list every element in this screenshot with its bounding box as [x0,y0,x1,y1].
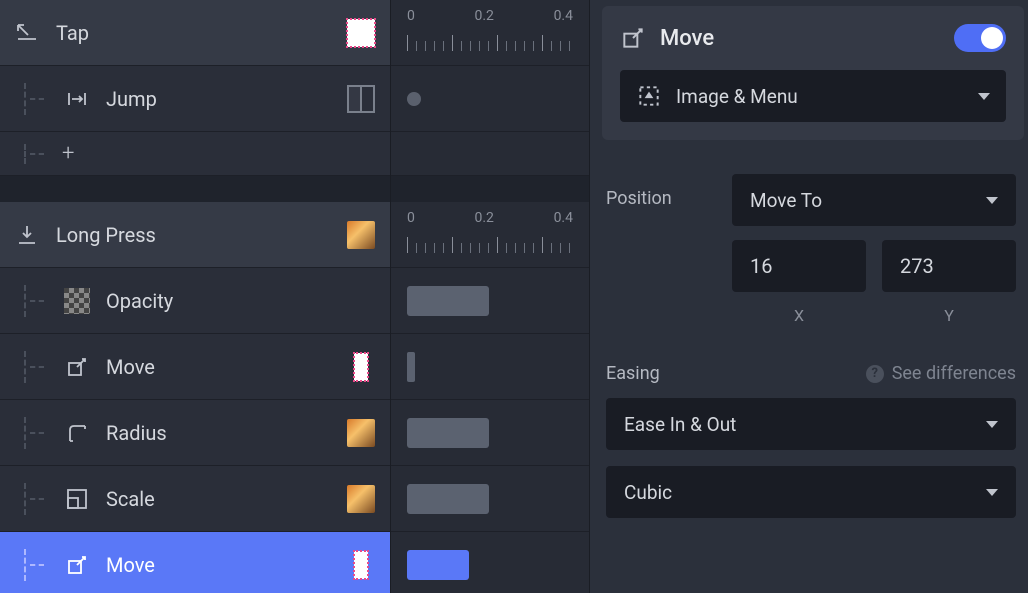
timeline-track-move2[interactable] [391,532,589,593]
thumbnail [347,419,375,447]
inspector-title: Move [660,26,940,51]
duration-bar[interactable] [407,484,489,514]
trigger-label: Long Press [56,223,332,247]
dropdown-value: Image & Menu [676,85,964,108]
timeline-track-opacity[interactable] [391,268,589,334]
action-label: Jump [106,87,332,111]
selection-icon [636,83,662,109]
scale-icon [65,487,89,511]
easing-section-header: Easing ? See differences [590,343,1028,398]
ruler-tick-label: 0.2 [475,8,494,24]
enable-toggle[interactable] [954,24,1006,52]
position-y-input[interactable]: 273 [882,240,1016,292]
thumbnail [354,551,368,579]
inspector-panel: Move Image & Menu Position Move To 16 27… [590,0,1028,593]
thumbnail [347,221,375,249]
duration-bar[interactable] [407,352,415,382]
property-label: Easing [606,363,660,384]
timeline-panel: 0 0.2 0.4 0 0.2 0.4 [390,0,590,593]
input-value: 273 [900,254,934,278]
opacity-icon [64,288,90,314]
separator [391,176,589,202]
action-label: Move [106,553,332,577]
chevron-down-icon [986,421,998,428]
position-x-input[interactable]: 16 [732,240,866,292]
action-label: Opacity [106,289,332,313]
thumbnail [347,19,375,47]
action-label: Move [106,355,332,379]
position-section: Position Move To 16 273 X Y [590,154,1028,343]
action-row-move[interactable]: Move [0,334,390,400]
ruler-tick-label: 0 [407,210,415,226]
plus-icon: + [62,141,74,166]
help-icon: ? [866,365,884,383]
action-label: Scale [106,487,332,511]
timeline-track-empty [391,132,589,176]
action-row-radius[interactable]: Radius [0,400,390,466]
trigger-row-tap[interactable]: Tap [0,0,390,66]
inspector-header-card: Move Image & Menu [602,6,1024,140]
thumbnail [354,353,368,381]
ruler-tick-label: 0 [407,8,415,24]
add-action-row[interactable]: + [0,132,390,176]
timeline-track-radius[interactable] [391,400,589,466]
chevron-down-icon [978,93,990,100]
timeline-track-scale[interactable] [391,466,589,532]
timeline-ruler-tap[interactable]: 0 0.2 0.4 [391,0,589,66]
move-icon [65,553,89,577]
action-row-scale[interactable]: Scale [0,466,390,532]
action-row-jump[interactable]: Jump [0,66,390,132]
thumbnail [347,85,375,113]
duration-bar[interactable] [407,286,489,316]
position-mode-dropdown[interactable]: Move To [732,174,1016,226]
chevron-down-icon [986,197,998,204]
dropdown-value: Move To [750,189,822,212]
ruler-tick-label: 0.4 [554,210,573,226]
move-icon [620,25,646,51]
axis-label-x: X [732,306,866,325]
layers-panel: Tap Jump + Long Press Opacity [0,0,390,593]
property-label: Position [606,174,718,209]
action-label: Radius [106,421,332,445]
timeline-track-jump[interactable] [391,66,589,132]
jump-icon [65,87,89,111]
duration-bar[interactable] [407,418,489,448]
see-differences-link[interactable]: ? See differences [866,363,1016,384]
dropdown-value: Cubic [624,481,672,504]
trigger-row-longpress[interactable]: Long Press [0,202,390,268]
chevron-down-icon [986,489,998,496]
duration-bar[interactable] [407,550,469,580]
move-icon [65,355,89,379]
ruler-tick-label: 0.4 [554,8,573,24]
separator [0,176,390,202]
action-row-move-selected[interactable]: Move [0,532,390,593]
dropdown-value: Ease In & Out [624,413,736,436]
longpress-icon [15,223,39,247]
input-value: 16 [750,254,772,278]
action-row-opacity[interactable]: Opacity [0,268,390,334]
easing-curve-dropdown[interactable]: Cubic [606,466,1016,518]
tap-icon [15,21,39,45]
trigger-label: Tap [56,21,332,45]
radius-icon [65,421,89,445]
easing-type-dropdown[interactable]: Ease In & Out [606,398,1016,450]
keyframe-marker[interactable] [407,92,421,106]
ruler-tick-label: 0.2 [475,210,494,226]
timeline-track-move1[interactable] [391,334,589,400]
target-layer-dropdown[interactable]: Image & Menu [620,70,1006,122]
thumbnail [347,485,375,513]
timeline-ruler-longpress[interactable]: 0 0.2 0.4 [391,202,589,268]
axis-label-y: Y [882,306,1016,325]
link-label: See differences [892,363,1016,384]
